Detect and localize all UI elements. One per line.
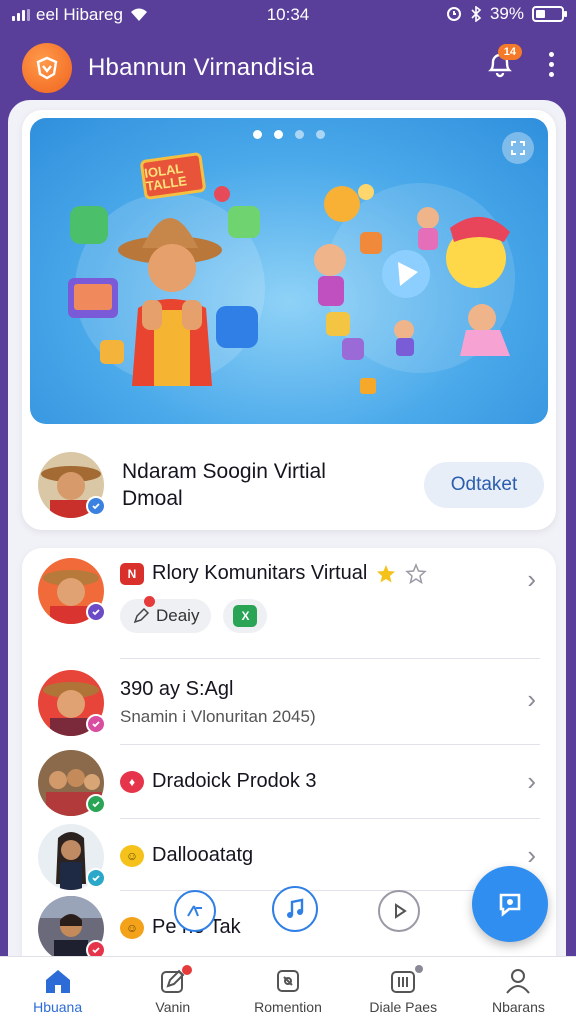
- chat-icon: [499, 893, 521, 917]
- verified-badge-icon: [86, 794, 106, 814]
- battery-percent: 39%: [489, 4, 524, 23]
- featured-action-button[interactable]: Odtaket: [424, 462, 544, 508]
- notification-badge: 14: [497, 44, 522, 60]
- banner-sign: IOLAL TALLE: [139, 151, 207, 201]
- notification-dot: [414, 965, 423, 973]
- list-item[interactable]: 390 ay S:Agl Snamin i Vlonuritan 2045) ›: [22, 664, 556, 744]
- battery-icon: [532, 6, 567, 22]
- rewind-button[interactable]: [174, 890, 216, 932]
- bluetooth-icon: [471, 6, 482, 22]
- carousel-dot[interactable]: [295, 130, 304, 139]
- news-tag-icon: N: [120, 562, 144, 585]
- chat-fab-button[interactable]: [472, 866, 548, 942]
- divider: [120, 658, 540, 659]
- list-item-title: Dradoick Prodok 3: [152, 770, 317, 792]
- app-title: Hbannun Virnandisia: [88, 54, 315, 81]
- sheet-icon: X: [233, 605, 258, 627]
- profile-icon: [506, 968, 531, 994]
- play-icon: [395, 903, 407, 919]
- battery-fill: [536, 10, 545, 18]
- notification-dot: [182, 965, 193, 975]
- carousel-dot[interactable]: [316, 130, 325, 139]
- nav-label: Diale Paes: [369, 998, 438, 1015]
- chevron-right-icon: ›: [527, 684, 536, 714]
- banner-illustration: [68, 183, 515, 394]
- list-item[interactable]: N Rlory Komunitars Virtual Deaiy X ›: [22, 554, 556, 654]
- badge-outline-icon: [405, 562, 428, 584]
- bottom-nav: Hbuana Vanin Romention Diale Paes Nbaran…: [0, 956, 576, 1024]
- verified-badge-icon: [86, 602, 106, 622]
- chip-daily[interactable]: Deaiy: [120, 596, 212, 633]
- chevron-right-icon: ›: [527, 564, 536, 594]
- avatar[interactable]: [38, 452, 106, 518]
- list-item-title: 390 ay S:Agl: [120, 678, 234, 700]
- nav-pages[interactable]: Diale Paes: [346, 957, 461, 1024]
- pen-icon: [133, 607, 150, 624]
- music-button[interactable]: [272, 886, 318, 932]
- carousel-dot[interactable]: [253, 130, 262, 139]
- verified-badge-icon: [86, 714, 106, 734]
- carousel-dot[interactable]: [274, 130, 283, 139]
- chevron-right-icon: ›: [527, 766, 536, 796]
- nav-label: Romention: [254, 998, 322, 1015]
- pages-icon: [391, 970, 416, 993]
- list-item-title: Dallooatatg: [152, 844, 254, 866]
- shuffle-icon: [187, 905, 202, 917]
- play-button[interactable]: [378, 890, 420, 932]
- red-circle-icon: ♦: [120, 770, 144, 793]
- mini-player: [170, 884, 470, 940]
- emoji-icon: ☺: [120, 916, 144, 939]
- chip-label: Deaiy: [156, 606, 200, 625]
- notification-dot: [144, 596, 155, 607]
- chevron-right-icon: ›: [527, 840, 536, 870]
- emoji-icon: ☺: [120, 844, 144, 867]
- featured-row: Ndaram Soogin Virtial Dmoal Odtaket: [22, 440, 556, 530]
- expand-icon[interactable]: [502, 132, 534, 164]
- app-header: Hbannun Virnandisia 14: [0, 34, 576, 102]
- avatar[interactable]: [38, 824, 106, 890]
- nav-mention[interactable]: Romention: [230, 957, 345, 1024]
- kebab-menu-icon[interactable]: [546, 51, 556, 77]
- divider: [120, 744, 540, 745]
- featured-title: Ndaram Soogin Virtial Dmoal: [122, 458, 326, 512]
- status-bar: eel Hibareg 10:34 39%: [0, 0, 576, 30]
- avatar[interactable]: [38, 750, 106, 816]
- verified-badge-icon: [86, 868, 106, 888]
- nav-label: Hbuana: [33, 998, 83, 1015]
- music-note-icon: [287, 898, 304, 918]
- app-logo-icon[interactable]: [22, 43, 72, 93]
- divider: [120, 818, 540, 819]
- avatar[interactable]: [38, 670, 106, 736]
- avatar[interactable]: [38, 558, 106, 624]
- mention-icon: [277, 969, 299, 992]
- home-icon: [45, 969, 70, 993]
- featured-title-line1: Ndaram Soogin Virtial: [122, 460, 326, 483]
- star-icon: [377, 564, 396, 582]
- nav-label: Nbarans: [491, 998, 545, 1015]
- chip-sheet[interactable]: X: [223, 599, 268, 633]
- notifications-button[interactable]: 14: [480, 44, 522, 84]
- promo-banner[interactable]: IOLAL TALLE: [30, 118, 548, 424]
- verified-badge-icon: [86, 496, 106, 516]
- list-item[interactable]: ♦ Dradoick Prodok 3 ›: [22, 748, 556, 820]
- nav-edit[interactable]: Vanin: [115, 957, 230, 1024]
- featured-title-line2: Dmoal: [122, 487, 183, 510]
- carousel-indicator[interactable]: [30, 130, 548, 139]
- nav-label: Vanin: [155, 998, 191, 1015]
- list-item-title: Rlory Komunitars Virtual: [152, 562, 368, 584]
- nav-profile[interactable]: Nbarans: [461, 957, 576, 1024]
- hero-card: IOLAL TALLE Ndaram Soogin Virtial Dmoal …: [22, 110, 556, 530]
- community-list: N Rlory Komunitars Virtual Deaiy X › 390…: [22, 548, 556, 1024]
- nav-home[interactable]: Hbuana: [0, 957, 115, 1024]
- list-item-subtitle: Snamin i Vlonuritan 2045): [120, 707, 316, 726]
- avatar[interactable]: [38, 896, 106, 962]
- alarm-icon: [446, 7, 461, 21]
